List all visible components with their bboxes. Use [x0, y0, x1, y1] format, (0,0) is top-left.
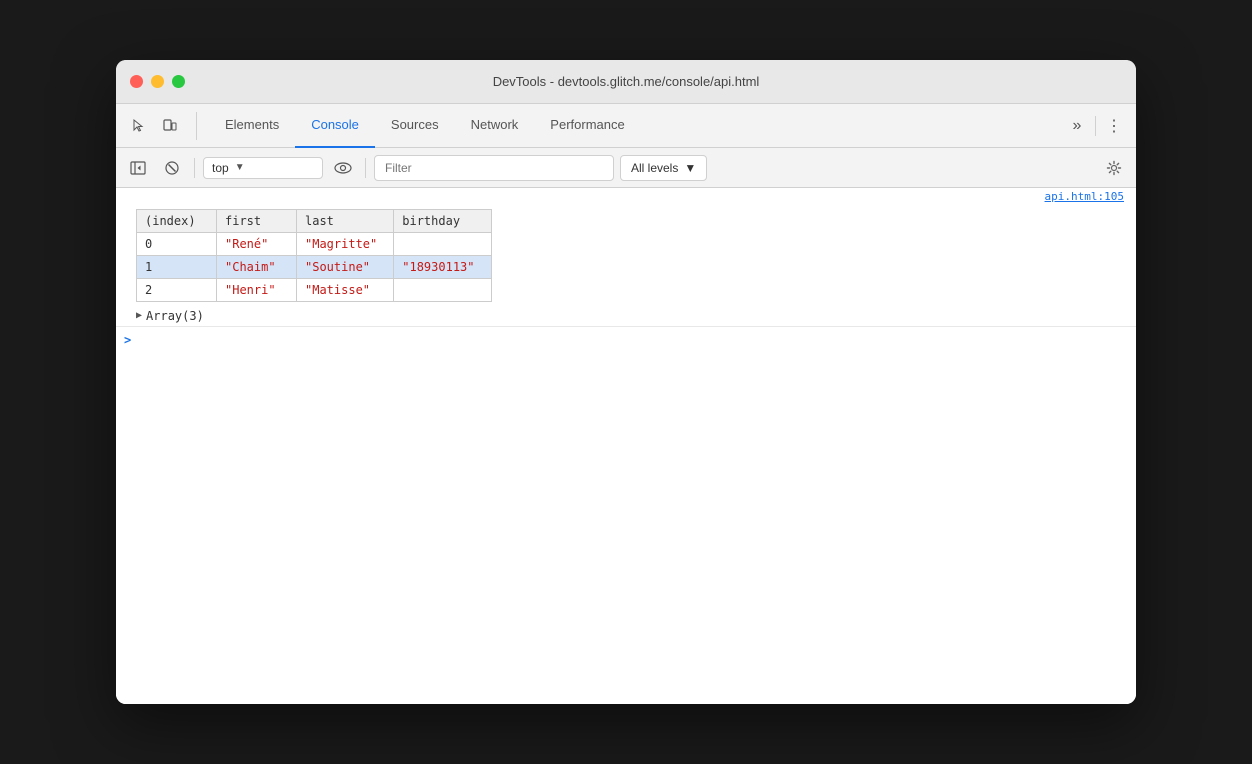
cursor-icon-btn[interactable] — [124, 112, 152, 140]
col-header-first: first — [217, 210, 297, 233]
console-prompt: > — [124, 333, 131, 347]
device-icon — [162, 118, 178, 134]
tabs-list: Elements Console Sources Network Perform… — [209, 104, 1063, 148]
gear-icon — [1106, 160, 1122, 176]
tab-icons — [124, 112, 197, 140]
context-selector[interactable]: top ▼ — [203, 157, 323, 179]
titlebar: DevTools - devtools.glitch.me/console/ap… — [116, 60, 1136, 104]
table-row: 1 — [137, 256, 217, 279]
col-header-index: (index) — [137, 210, 217, 233]
table-cell-birthday — [394, 279, 491, 302]
tab-console[interactable]: Console — [295, 104, 375, 148]
devtools-menu-button[interactable]: ⋮ — [1100, 112, 1128, 140]
clear-console-btn[interactable] — [158, 154, 186, 182]
more-tabs-button[interactable]: » — [1063, 112, 1091, 140]
divider — [1095, 116, 1096, 136]
divider-1 — [194, 158, 195, 178]
table-cell-birthday: "18930113" — [394, 256, 491, 279]
table-cell-first: "Chaim" — [217, 256, 297, 279]
close-button[interactable] — [130, 75, 143, 88]
table-row: 2 — [137, 279, 217, 302]
table-cell-last: "Magritte" — [297, 233, 394, 256]
minimize-button[interactable] — [151, 75, 164, 88]
array-label: Array(3) — [146, 309, 204, 323]
eye-icon — [334, 162, 352, 174]
sidebar-icon — [130, 160, 146, 176]
divider-2 — [365, 158, 366, 178]
devtools-panel: Elements Console Sources Network Perform… — [116, 104, 1136, 704]
settings-btn[interactable] — [1100, 154, 1128, 182]
levels-dropdown[interactable]: All levels ▼ — [620, 155, 707, 181]
devtools-window: DevTools - devtools.glitch.me/console/ap… — [116, 60, 1136, 704]
tab-sources[interactable]: Sources — [375, 104, 455, 148]
table-cell-birthday — [394, 233, 491, 256]
table-cell-last: "Soutine" — [297, 256, 394, 279]
console-toolbar: top ▼ All levels ▼ — [116, 148, 1136, 188]
context-arrow: ▼ — [235, 162, 245, 173]
tab-performance[interactable]: Performance — [534, 104, 640, 148]
table-cell-last: "Matisse" — [297, 279, 394, 302]
table-row: 0 — [137, 233, 217, 256]
cursor-icon — [130, 118, 146, 134]
console-input[interactable] — [137, 333, 1128, 347]
console-table: (index) first last birthday 0"René""Magr… — [136, 209, 492, 302]
maximize-button[interactable] — [172, 75, 185, 88]
source-link[interactable]: api.html:105 — [116, 188, 1136, 205]
table-cell-first: "René" — [217, 233, 297, 256]
device-icon-btn[interactable] — [156, 112, 184, 140]
window-title: DevTools - devtools.glitch.me/console/ap… — [493, 74, 760, 89]
tab-network[interactable]: Network — [455, 104, 535, 148]
eye-btn[interactable] — [329, 154, 357, 182]
col-header-last: last — [297, 210, 394, 233]
console-input-row: > — [116, 326, 1136, 353]
expand-icon: ▶ — [136, 310, 142, 322]
table-cell-first: "Henri" — [217, 279, 297, 302]
col-header-birthday: birthday — [394, 210, 491, 233]
filter-input[interactable] — [374, 155, 614, 181]
traffic-lights — [130, 75, 185, 88]
console-output: api.html:105 (index) first last birthday… — [116, 188, 1136, 704]
clear-icon — [164, 160, 180, 176]
sidebar-toggle-btn[interactable] — [124, 154, 152, 182]
tab-elements[interactable]: Elements — [209, 104, 295, 148]
array-row[interactable]: ▶ Array(3) — [116, 306, 1136, 326]
console-table-wrapper: (index) first last birthday 0"René""Magr… — [116, 205, 1136, 306]
tabs-bar: Elements Console Sources Network Perform… — [116, 104, 1136, 148]
